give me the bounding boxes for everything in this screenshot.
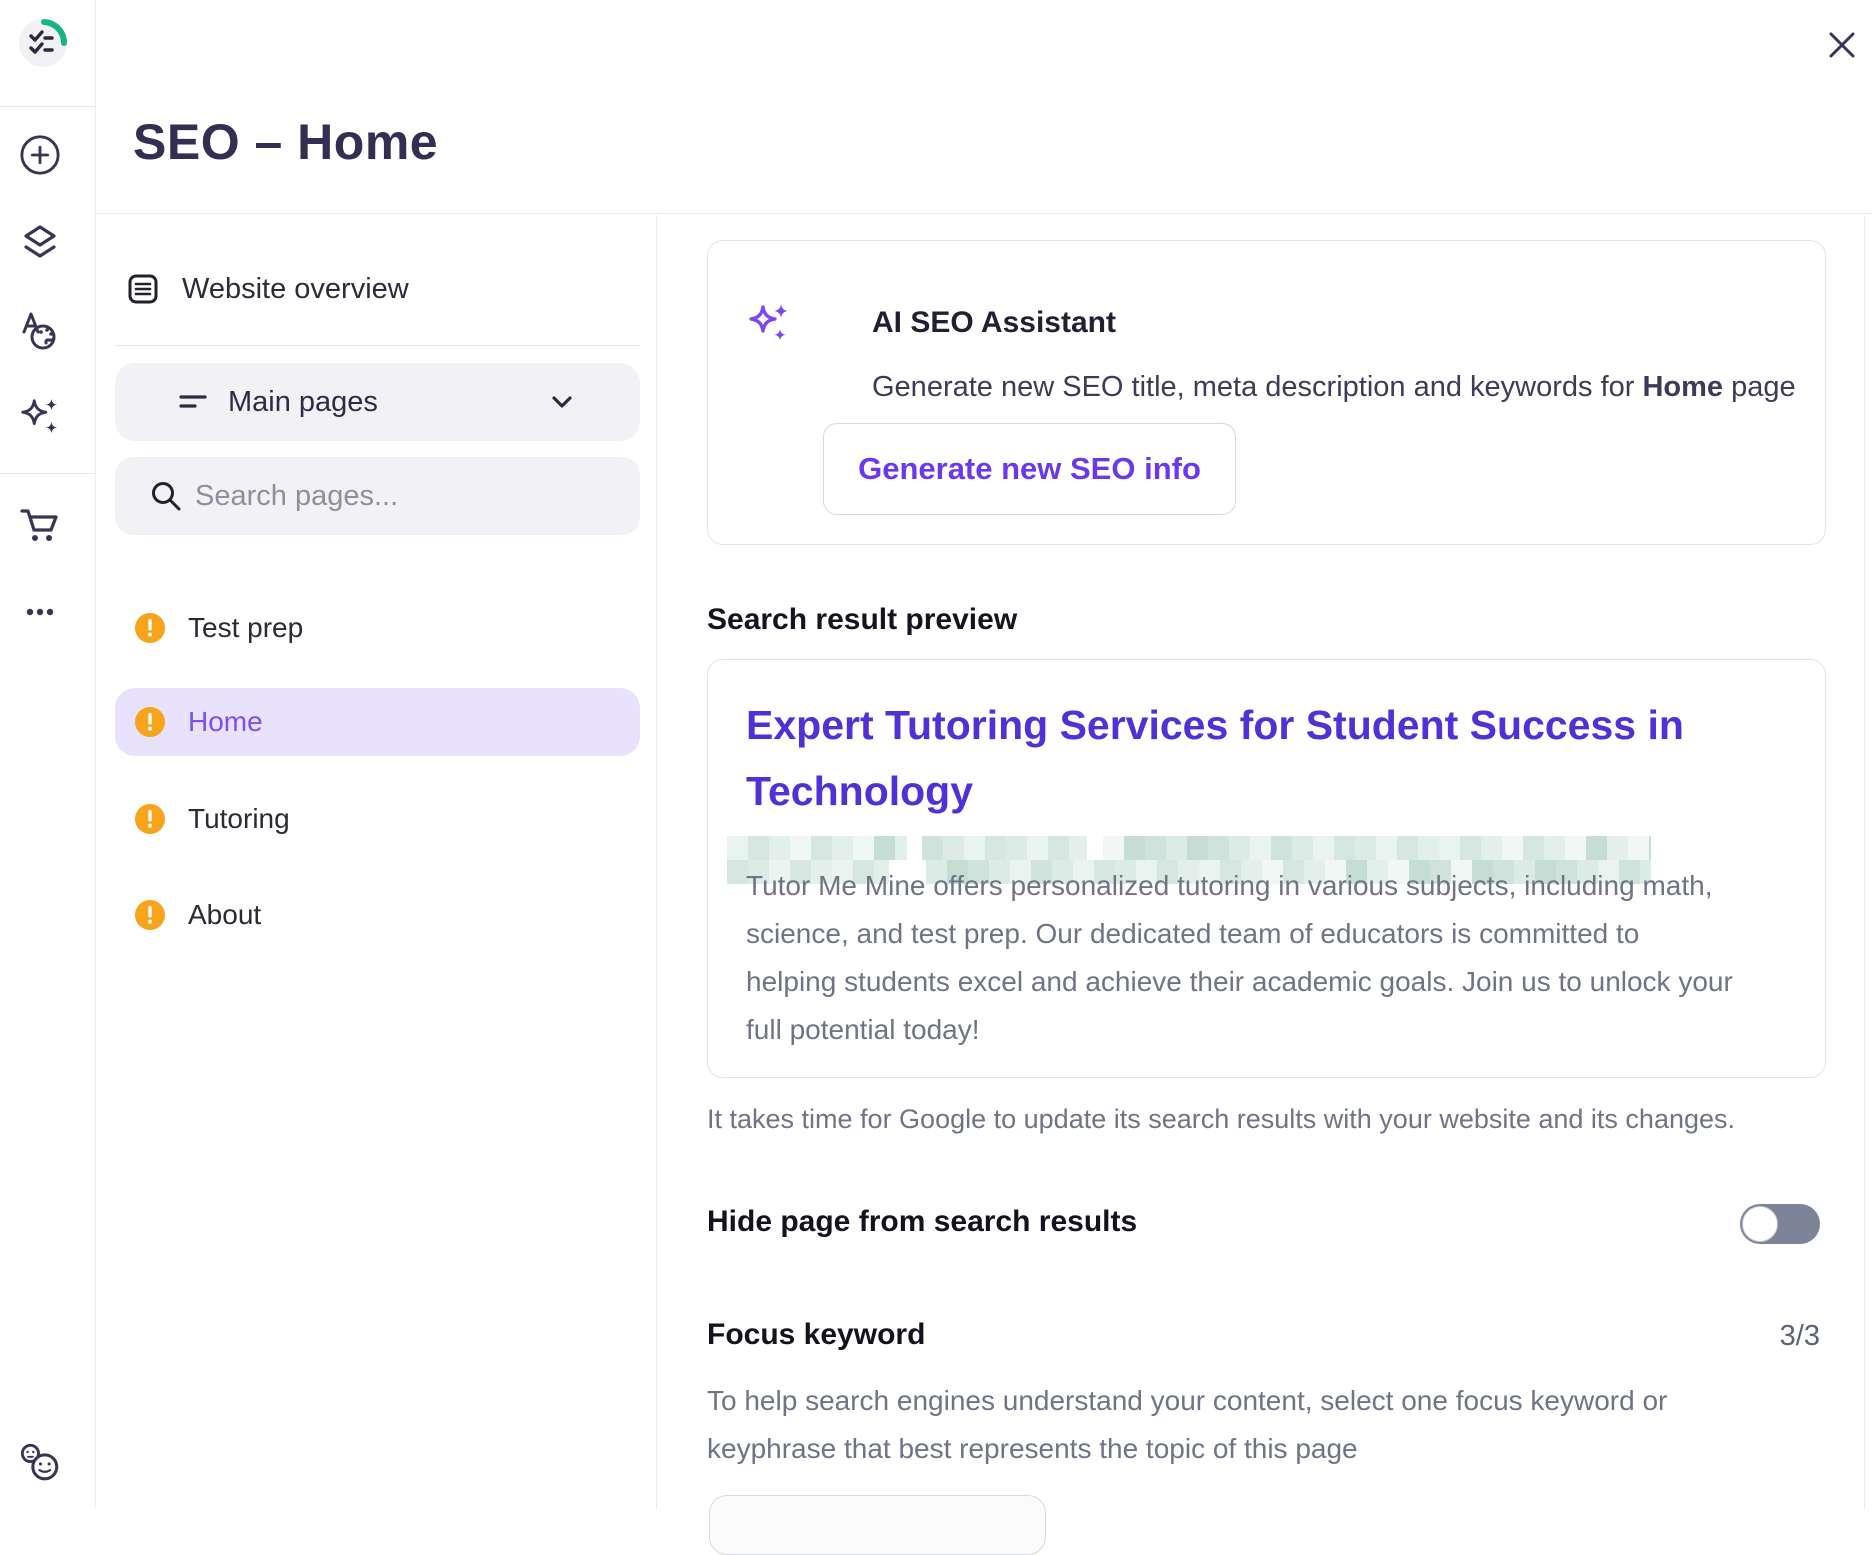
sidebar-divider — [115, 345, 640, 346]
generate-seo-info-button[interactable]: Generate new SEO info — [823, 423, 1236, 515]
plus-circle-icon — [19, 134, 61, 176]
ai-sparkles-icon — [746, 301, 792, 347]
toggle-knob — [1742, 1206, 1778, 1242]
page-item-label: Tutoring — [188, 803, 290, 835]
sidebar-item-about[interactable]: About — [115, 881, 640, 949]
warning-badge-icon — [135, 707, 165, 737]
ai-card-page-name: Home — [1642, 371, 1723, 403]
page-group-label: Main pages — [228, 386, 378, 419]
close-button[interactable] — [1824, 28, 1860, 64]
warning-badge-icon — [135, 804, 165, 834]
checklist-progress-icon — [18, 18, 68, 68]
page-item-label: About — [188, 899, 261, 931]
add-element-button[interactable] — [18, 133, 62, 177]
sections-layers-button[interactable] — [18, 220, 62, 264]
ai-seo-assistant-card: AI SEO Assistant Generate new SEO title,… — [707, 240, 1826, 545]
close-icon — [1827, 30, 1857, 60]
rail-divider — [0, 106, 95, 107]
page-item-label: Home — [188, 706, 263, 738]
document-icon — [126, 272, 160, 306]
text-style-palette-icon — [18, 309, 62, 351]
sidebar-item-website-overview[interactable]: Website overview — [126, 263, 626, 315]
ai-card-description-suffix: page — [1723, 371, 1796, 403]
page-group-selector[interactable]: Main pages — [115, 363, 640, 441]
search-pages-input[interactable] — [115, 457, 640, 535]
ai-card-description-prefix: Generate new SEO title, meta description… — [872, 371, 1642, 403]
sort-icon — [178, 387, 208, 417]
chevron-down-icon — [547, 387, 577, 417]
smiley-faces-icon — [18, 1440, 62, 1486]
sidebar-item-label: Website overview — [182, 273, 409, 306]
page-item-label: Test prep — [188, 612, 303, 644]
hide-page-label: Hide page from search results — [707, 1205, 1137, 1239]
focus-keyword-counter: 3/3 — [1780, 1320, 1820, 1353]
warning-badge-icon — [135, 613, 165, 643]
page-title: SEO – Home — [133, 113, 438, 171]
hide-page-toggle[interactable] — [1740, 1204, 1820, 1244]
google-update-note: It takes time for Google to update its s… — [707, 1104, 1735, 1135]
focus-keyword-helper: To help search engines understand your c… — [707, 1377, 1752, 1473]
ai-card-description: Generate new SEO title, meta description… — [872, 371, 1796, 404]
ellipsis-icon — [18, 590, 62, 634]
sparkles-icon — [18, 394, 62, 440]
sidebar-item-home[interactable]: Home — [115, 688, 640, 756]
result-title: Expert Tutoring Services for Student Suc… — [746, 692, 1756, 824]
rail-divider — [0, 473, 95, 474]
sidebar-item-test-prep[interactable]: Test prep — [115, 594, 640, 662]
search-result-preview-heading: Search result preview — [707, 603, 1017, 637]
feedback-button[interactable] — [18, 1441, 62, 1485]
search-pages-box — [115, 457, 640, 535]
styles-button[interactable] — [18, 308, 62, 352]
focus-keyword-input[interactable] — [709, 1495, 1046, 1555]
more-button[interactable] — [18, 590, 62, 634]
sidebar-item-tutoring[interactable]: Tutoring — [115, 785, 640, 853]
search-result-preview-card: Expert Tutoring Services for Student Suc… — [707, 659, 1826, 1078]
warning-badge-icon — [135, 900, 165, 930]
focus-keyword-label: Focus keyword — [707, 1318, 925, 1352]
result-description: Tutor Me Mine offers personalized tutori… — [746, 862, 1781, 1054]
seo-sidebar: Website overview Main pages Test prep — [96, 215, 657, 1508]
seo-main-panel: AI SEO Assistant Generate new SEO title,… — [658, 215, 1864, 1508]
scrollbar-track[interactable] — [1864, 215, 1865, 1508]
store-button[interactable] — [18, 503, 62, 547]
ai-tools-button[interactable] — [18, 395, 62, 439]
icon-rail — [0, 0, 96, 1508]
shopping-cart-icon — [18, 503, 62, 547]
panel-header: SEO – Home — [96, 0, 1872, 214]
layers-icon — [18, 221, 62, 263]
ai-card-title: AI SEO Assistant — [872, 306, 1116, 340]
app-logo[interactable] — [18, 18, 68, 68]
